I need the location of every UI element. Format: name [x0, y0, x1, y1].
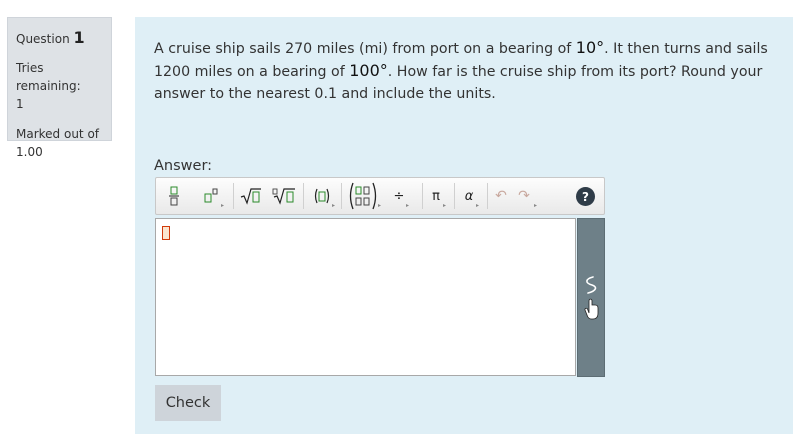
toolbar-divider: [487, 183, 488, 209]
dropdown-arrow-icon: ▸: [377, 202, 381, 209]
alpha-icon: α: [464, 188, 474, 204]
math-editor-toolbar: ▸ ▸ ▸ ÷ ▸ π ▸ α ▸ ↶ ↷ ▸ ?: [155, 177, 605, 215]
question-number-value: 1: [73, 28, 85, 47]
fraction-icon: [169, 186, 179, 206]
answer-label: Answer:: [154, 158, 213, 174]
handwriting-panel-toggle[interactable]: [577, 218, 605, 377]
redo-icon: ↷: [518, 188, 530, 204]
dropdown-arrow-icon: ▸: [220, 202, 224, 209]
tries-value: 1: [16, 97, 24, 111]
dropdown-arrow-icon: ▸: [533, 202, 537, 209]
redo-button[interactable]: ↷ ▸: [513, 182, 537, 210]
question-text-part1: A cruise ship sails 270 miles (mi) from …: [154, 41, 576, 57]
toolbar-divider: [233, 183, 234, 209]
tries-label: Tries remaining:: [16, 61, 81, 93]
answer-input-area[interactable]: [155, 218, 576, 376]
check-button[interactable]: Check: [155, 385, 221, 421]
question-label: Question: [16, 32, 70, 46]
parentheses-icon: [314, 188, 330, 204]
question-number: Question 1: [16, 28, 103, 47]
undo-icon: ↶: [495, 188, 507, 204]
dropdown-arrow-icon: ▸: [475, 202, 479, 209]
superscript-icon: [204, 188, 218, 203]
divide-icon: ÷: [393, 188, 405, 204]
marked-out-of: Marked out of 1.00: [16, 125, 103, 161]
nth-root-icon: [272, 188, 295, 205]
undo-button[interactable]: ↶: [492, 182, 510, 210]
pi-icon: π: [432, 188, 440, 204]
marked-label: Marked out of: [16, 127, 100, 141]
question-info-panel: Question 1 Tries remaining: 1 Marked out…: [7, 17, 112, 159]
question-content: A cruise ship sails 270 miles (mi) from …: [135, 17, 793, 434]
toolbar-divider: [341, 183, 342, 209]
dropdown-arrow-icon: ▸: [405, 202, 409, 209]
dropdown-arrow-icon: ▸: [442, 202, 446, 209]
help-button[interactable]: ?: [576, 187, 595, 206]
greek-letters-button[interactable]: α ▸: [461, 182, 479, 210]
marked-value: 1.00: [16, 145, 43, 159]
toolbar-divider: [454, 183, 455, 209]
help-icon: ?: [582, 189, 589, 204]
parentheses-button[interactable]: ▸: [311, 182, 335, 210]
tries-remaining: Tries remaining: 1: [16, 59, 103, 113]
sqrt-button[interactable]: [240, 182, 262, 210]
input-cursor-placeholder: [162, 226, 170, 240]
nth-root-button[interactable]: [271, 182, 297, 210]
question-text: A cruise ship sails 270 miles (mi) from …: [154, 37, 779, 105]
toolbar-divider: [422, 183, 423, 209]
superscript-button[interactable]: ▸: [200, 182, 224, 210]
bearing-angle-1: 10°: [575, 38, 605, 57]
bearing-angle-2: 100°: [349, 61, 388, 80]
handwriting-icon: [584, 276, 599, 320]
dropdown-arrow-icon: ▸: [331, 202, 335, 209]
matrix-button[interactable]: ▸: [347, 182, 381, 210]
matrix-icon: [349, 182, 377, 210]
sqrt-icon: [240, 188, 261, 205]
pi-button[interactable]: π ▸: [428, 182, 446, 210]
toolbar-divider: [303, 183, 304, 209]
divide-button[interactable]: ÷ ▸: [391, 182, 409, 210]
fraction-button[interactable]: [165, 182, 183, 210]
